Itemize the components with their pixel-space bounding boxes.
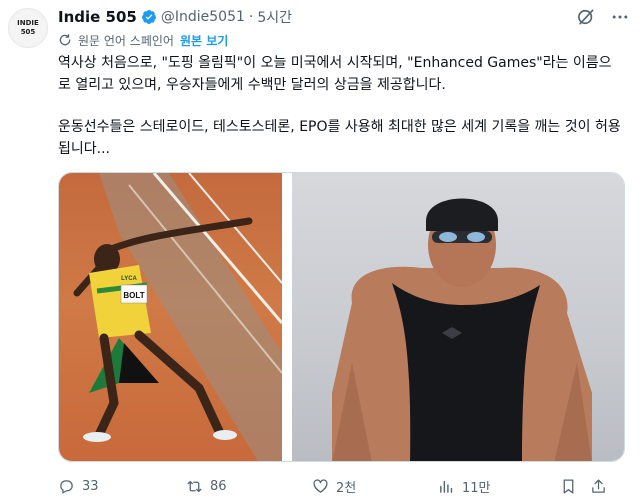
separator-dot: ·	[248, 9, 254, 25]
repost-icon	[187, 480, 202, 492]
heart-icon	[313, 478, 328, 493]
views-chart-icon	[440, 480, 453, 493]
media-image-bolt[interactable]: BOLT LYCA	[59, 173, 282, 461]
share-button[interactable]	[590, 478, 614, 495]
tweet-paragraph-1: 역사상 처음으로, "도핑 올림픽"이 오늘 미국에서 시작되며, "Enhan…	[58, 55, 612, 93]
more-options-icon[interactable]	[610, 7, 630, 27]
reply-icon	[60, 479, 73, 494]
like-button[interactable]: 2천	[312, 477, 438, 496]
views-button[interactable]: 11만	[438, 477, 560, 496]
header-actions	[576, 6, 630, 28]
bib-text: BOLT	[123, 291, 144, 300]
bookmark-icon	[563, 478, 574, 494]
grok-icon[interactable]	[576, 7, 596, 27]
tweet-header: Indie 505 @Indie5051 · 5시간	[58, 6, 630, 28]
media-image-swimmer[interactable]	[292, 173, 624, 461]
reply-button[interactable]: 33	[58, 478, 186, 495]
translate-icon	[59, 34, 71, 46]
repost-count: 86	[210, 478, 227, 494]
sponsor-text: LYCA	[121, 276, 137, 282]
tweet-body: 역사상 처음으로, "도핑 올림픽"이 오늘 미국에서 시작되며, "Enhan…	[58, 52, 624, 160]
like-count: 2천	[336, 480, 357, 496]
sprinter-photo: BOLT LYCA	[73, 173, 282, 461]
verified-badge-icon	[141, 10, 156, 24]
repost-button[interactable]: 86	[186, 478, 312, 495]
translation-row: 원문 언어 스페인어 원본 보기	[58, 31, 228, 49]
avatar-text-line2: 505	[20, 28, 36, 36]
bookmark-button[interactable]	[560, 478, 590, 495]
tweet-paragraph-2: 운동선수들은 스테로이드, 테스토스테론, EPO를 사용해 최대한 많은 세계…	[58, 119, 621, 157]
share-icon	[592, 478, 605, 493]
media-grid: BOLT LYCA	[58, 172, 625, 462]
timestamp[interactable]: 5시간	[257, 7, 292, 27]
author-handle[interactable]: @Indie5051	[161, 9, 245, 25]
show-original-link[interactable]: 원본 보기	[180, 32, 228, 49]
swimmer-photo	[332, 198, 592, 461]
avatar[interactable]: INDIE 505	[8, 8, 48, 48]
reply-count: 33	[82, 478, 99, 494]
action-bar: 33 86 2천 11만	[58, 476, 628, 496]
translation-source-label: 원문 언어 스페인어	[78, 33, 174, 48]
avatar-text-line1: INDIE	[17, 19, 39, 27]
author-name[interactable]: Indie 505	[58, 8, 137, 26]
view-count: 11만	[462, 480, 491, 496]
